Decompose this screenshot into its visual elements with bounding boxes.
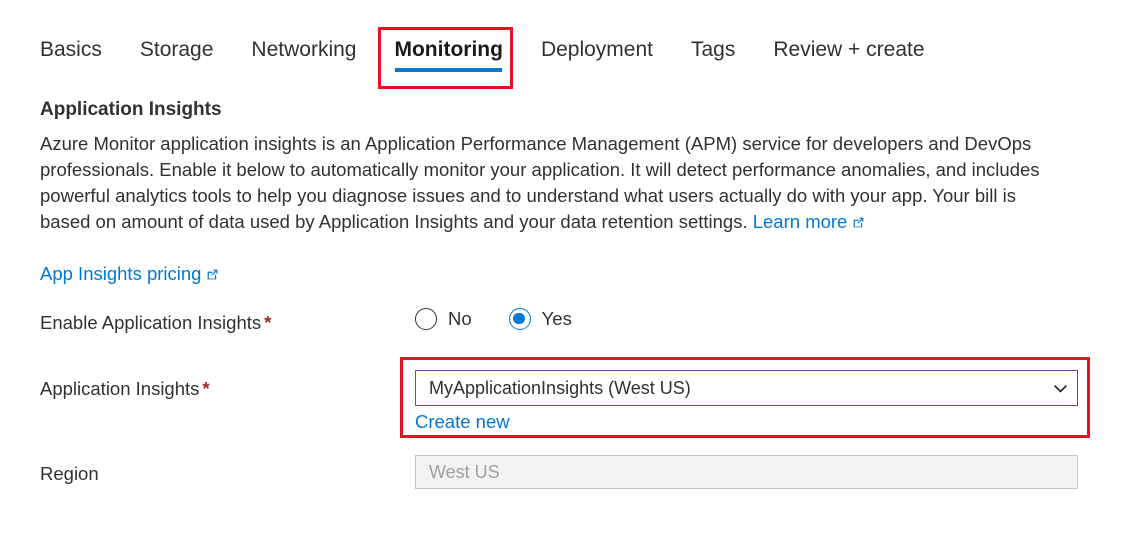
tab-networking[interactable]: Networking	[251, 30, 356, 78]
required-asterisk: *	[202, 378, 209, 399]
tab-review-create-label: Review + create	[773, 38, 924, 61]
application-insights-text: Application Insights	[40, 378, 199, 399]
tab-tags-label: Tags	[691, 38, 735, 61]
radio-circle-no	[415, 308, 437, 330]
tab-basics[interactable]: Basics	[40, 30, 102, 78]
section-description: Azure Monitor application insights is an…	[40, 131, 1070, 235]
learn-more-label: Learn more	[753, 211, 848, 232]
application-insights-label: Application Insights*	[40, 376, 210, 402]
section-description-text: Azure Monitor application insights is an…	[40, 133, 1040, 232]
radio-circle-yes	[509, 308, 531, 330]
region-label-text: Region	[40, 463, 99, 484]
app-insights-pricing-label: App Insights pricing	[40, 263, 201, 284]
tab-review-create[interactable]: Review + create	[773, 30, 924, 78]
radio-option-yes[interactable]: Yes	[509, 306, 572, 332]
external-link-icon	[852, 216, 865, 229]
radio-option-no-label: No	[448, 306, 472, 332]
tab-selected-underline	[395, 68, 501, 72]
tab-storage-label: Storage	[140, 38, 214, 61]
chevron-down-icon	[1043, 380, 1077, 397]
enable-application-insights-radio-group: No Yes	[415, 306, 572, 332]
tab-monitoring-label: Monitoring	[394, 38, 502, 61]
create-new-link-wrap: Create new	[415, 410, 510, 434]
region-field-value: West US	[416, 461, 500, 483]
tab-tags[interactable]: Tags	[691, 30, 735, 78]
tab-deployment[interactable]: Deployment	[541, 30, 653, 78]
region-label: Region	[40, 461, 99, 487]
tab-deployment-label: Deployment	[541, 38, 653, 61]
learn-more-link[interactable]: Learn more	[753, 211, 866, 232]
app-insights-pricing-link-wrap: App Insights pricing	[40, 261, 219, 287]
region-field: West US	[415, 455, 1078, 489]
tab-basics-label: Basics	[40, 38, 102, 61]
application-insights-dropdown[interactable]: MyApplicationInsights (West US)	[415, 370, 1078, 406]
external-link-icon	[206, 268, 219, 281]
tab-storage[interactable]: Storage	[140, 30, 214, 78]
radio-option-yes-label: Yes	[542, 306, 572, 332]
page-title: Application Insights	[40, 97, 222, 123]
app-insights-pricing-link[interactable]: App Insights pricing	[40, 263, 219, 284]
enable-application-insights-text: Enable Application Insights	[40, 312, 261, 333]
application-insights-selected-value: MyApplicationInsights (West US)	[416, 377, 1043, 399]
wizard-tab-strip: Basics Storage Networking Monitoring Dep…	[40, 30, 925, 78]
create-new-link[interactable]: Create new	[415, 411, 510, 432]
tab-networking-label: Networking	[251, 38, 356, 61]
radio-option-no[interactable]: No	[415, 306, 472, 332]
enable-application-insights-label: Enable Application Insights*	[40, 310, 271, 336]
tab-monitoring[interactable]: Monitoring	[394, 30, 502, 78]
required-asterisk: *	[264, 312, 271, 333]
